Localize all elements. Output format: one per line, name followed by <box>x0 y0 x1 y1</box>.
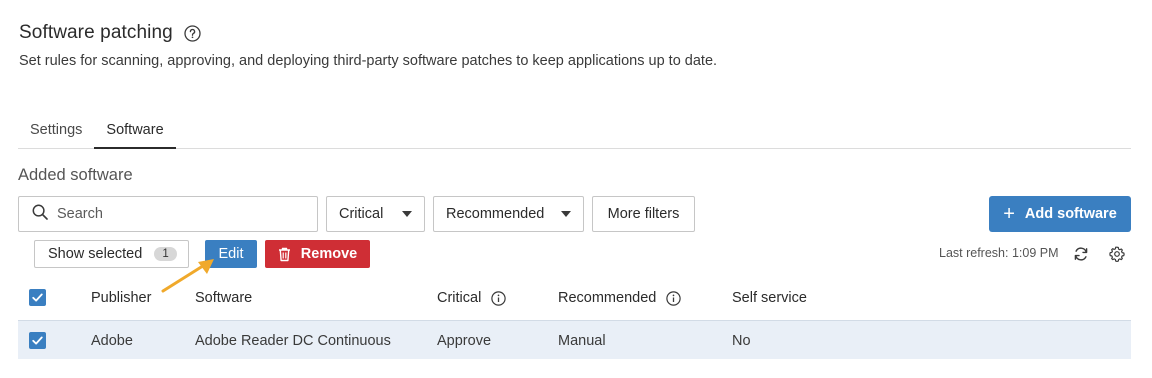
row-checkbox[interactable] <box>29 332 46 349</box>
search-icon <box>32 204 48 225</box>
remove-label: Remove <box>300 246 358 262</box>
trash-icon <box>278 247 291 262</box>
help-icon[interactable] <box>184 24 201 42</box>
search-input[interactable] <box>57 206 297 222</box>
recommended-filter-label: Recommended <box>446 206 545 222</box>
info-icon[interactable] <box>491 290 507 306</box>
chevron-down-icon <box>561 211 571 217</box>
cell-recommended: Manual <box>558 333 606 349</box>
tab-bar: Settings Software <box>18 112 1131 149</box>
add-software-label: Add software <box>1024 206 1117 222</box>
last-refresh-text: Last refresh: 1:09 PM <box>939 246 1059 260</box>
column-header-critical-label: Critical <box>437 290 482 306</box>
page-title: Software patching <box>19 22 173 43</box>
column-header-software[interactable]: Software <box>195 290 252 306</box>
remove-button[interactable]: Remove <box>265 240 370 268</box>
tab-software[interactable]: Software <box>94 112 176 149</box>
search-box[interactable] <box>18 196 318 232</box>
gear-icon[interactable] <box>1109 246 1125 262</box>
column-header-self-service[interactable]: Self service <box>732 290 807 306</box>
show-selected-label: Show selected <box>48 246 143 262</box>
add-software-button[interactable]: + Add software <box>989 196 1131 232</box>
more-filters-button[interactable]: More filters <box>592 196 695 232</box>
refresh-icon[interactable] <box>1073 246 1089 262</box>
cell-self-service: No <box>732 333 751 349</box>
column-header-recommended[interactable]: Recommended <box>558 290 682 306</box>
show-selected-button[interactable]: Show selected 1 <box>34 240 189 268</box>
cell-publisher: Adobe <box>91 333 133 349</box>
column-header-publisher[interactable]: Publisher <box>91 290 151 306</box>
cell-critical: Approve <box>437 333 492 349</box>
tab-settings[interactable]: Settings <box>18 112 94 149</box>
edit-button[interactable]: Edit <box>205 240 257 268</box>
check-icon <box>32 336 43 345</box>
column-header-recommended-label: Recommended <box>558 290 657 306</box>
cell-software: Adobe Reader DC Continuous <box>195 333 391 349</box>
critical-filter-dropdown[interactable]: Critical <box>326 196 425 232</box>
page-header: Software patching <box>19 22 201 44</box>
chevron-down-icon <box>402 211 412 217</box>
selected-count-badge: 1 <box>154 247 177 261</box>
check-icon <box>32 293 43 302</box>
select-all-checkbox[interactable] <box>29 289 46 306</box>
plus-icon: + <box>1003 203 1015 225</box>
section-title: Added software <box>18 166 133 184</box>
recommended-filter-dropdown[interactable]: Recommended <box>433 196 584 232</box>
page-subtitle: Set rules for scanning, approving, and d… <box>19 53 718 69</box>
critical-filter-label: Critical <box>339 206 384 222</box>
column-header-critical[interactable]: Critical <box>437 290 507 306</box>
info-icon[interactable] <box>666 290 682 306</box>
